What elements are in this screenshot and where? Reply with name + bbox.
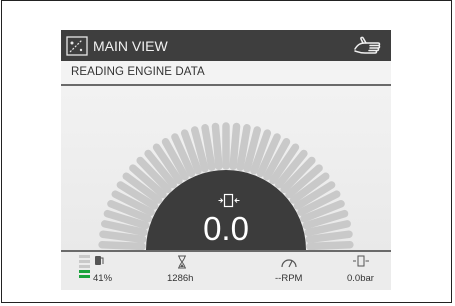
- fuel-value: 41%: [93, 273, 113, 284]
- gauge-segment: [229, 122, 241, 171]
- gauge-segment: [306, 240, 354, 250]
- hourglass-icon: [178, 255, 186, 269]
- gauge-area: 0.0: [61, 86, 391, 250]
- hours-value: 1286h: [167, 273, 194, 284]
- gauge-segment: [98, 240, 146, 250]
- gauge-segment: [305, 230, 353, 244]
- status-bar: READING ENGINE DATA: [61, 61, 391, 86]
- hand-icon[interactable]: [352, 34, 384, 56]
- footer-bar: 41% 1286h --RPM 0.0bar: [61, 250, 391, 290]
- display-screen: MAIN VIEW READING ENGINE DATA 0.0 41% 12…: [61, 30, 391, 290]
- main-view-icon[interactable]: [66, 36, 88, 56]
- gauge-segment: [99, 230, 147, 244]
- page-title: MAIN VIEW: [93, 38, 168, 54]
- status-text: READING ENGINE DATA: [71, 66, 205, 78]
- pressure-value: 0.0bar: [347, 273, 374, 284]
- gauge-segment: [211, 122, 223, 171]
- gauge-value: 0.0: [203, 210, 249, 247]
- rpm-value: --RPM: [275, 273, 303, 284]
- engine-hub-icon: [218, 193, 240, 208]
- header-bar: MAIN VIEW: [61, 30, 391, 61]
- speedometer-icon: [281, 259, 297, 268]
- pressure-icon: [353, 255, 369, 267]
